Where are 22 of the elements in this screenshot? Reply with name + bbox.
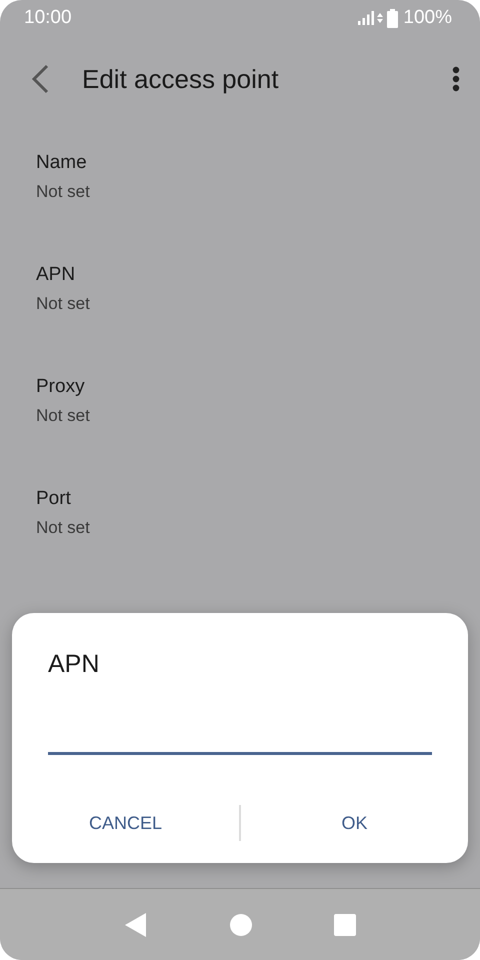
page-title: Edit access point: [82, 64, 279, 94]
signal-icon: [358, 11, 374, 25]
battery-percent: 100%: [403, 7, 452, 29]
ok-button[interactable]: OK: [241, 803, 468, 843]
battery-icon: [387, 8, 398, 28]
field-value: Not set: [36, 293, 90, 315]
field-label: Proxy: [36, 375, 85, 399]
field-value: Not set: [36, 405, 90, 427]
field-value: Not set: [36, 517, 90, 539]
field-label: APN: [36, 263, 76, 287]
clock: 10:00: [24, 7, 72, 29]
dialog-title: APN: [48, 649, 100, 679]
cancel-button[interactable]: CANCEL: [12, 803, 239, 843]
field-label: Name: [36, 151, 87, 175]
back-nav-icon[interactable]: [124, 912, 148, 938]
data-arrows-icon: [377, 13, 384, 23]
back-icon[interactable]: [30, 64, 50, 94]
home-nav-icon[interactable]: [230, 914, 252, 936]
field-value: Not set: [36, 181, 90, 203]
more-options-icon[interactable]: [452, 66, 460, 92]
recents-nav-icon[interactable]: [334, 914, 356, 936]
field-label: Port: [36, 487, 71, 511]
